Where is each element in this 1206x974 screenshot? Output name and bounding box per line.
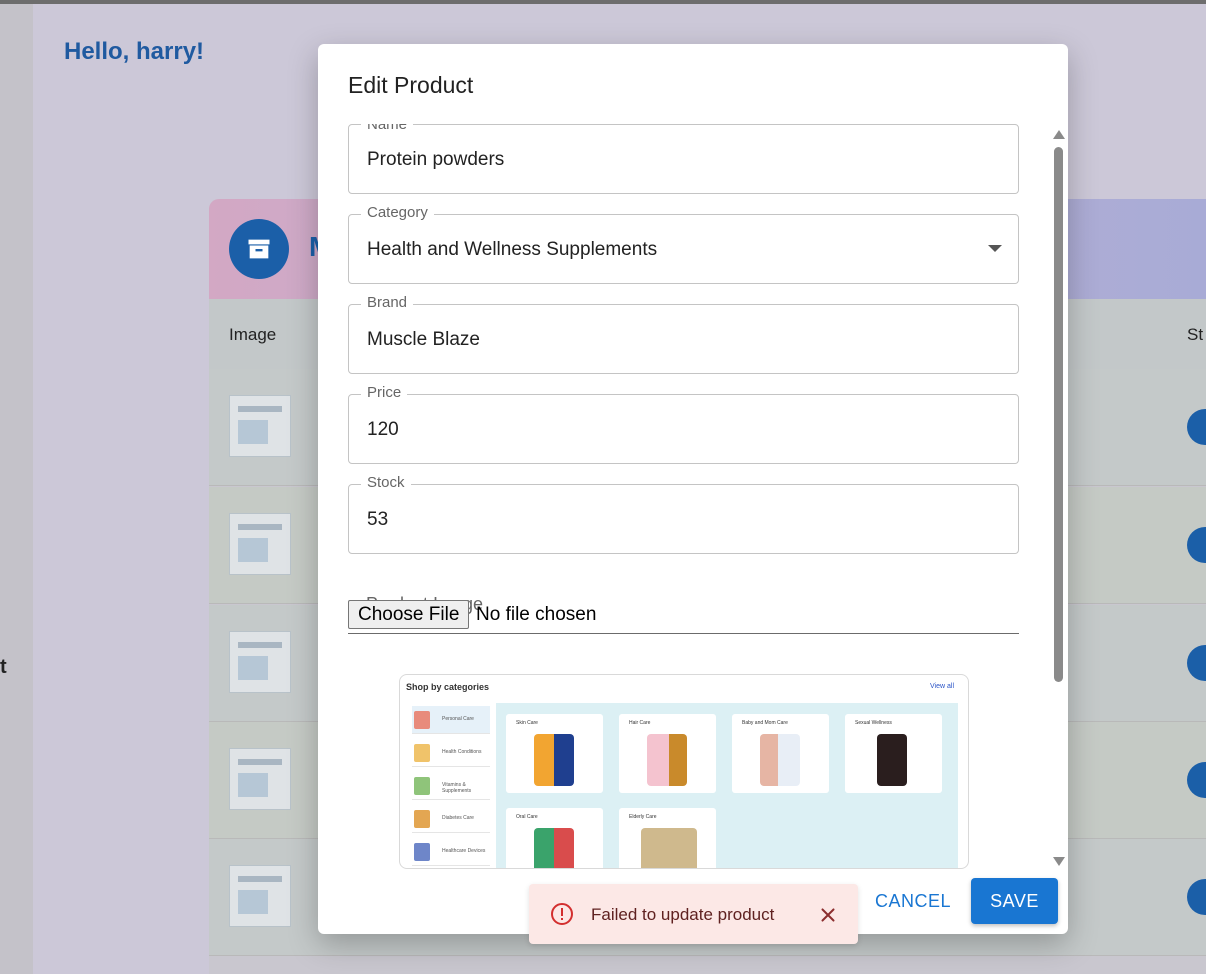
error-toast: Failed to update product [529, 884, 858, 944]
scroll-down-icon[interactable] [1053, 857, 1065, 866]
product-thumbnail [229, 395, 291, 457]
preview-tile-label: Baby and Mom Care [742, 720, 788, 726]
brand-field-label: Brand [361, 294, 414, 311]
error-outline-icon [550, 902, 574, 926]
stock-field-value[interactable]: 53 [367, 509, 388, 531]
preview-heading: Shop by categories [406, 682, 490, 692]
scroll-up-icon[interactable] [1053, 130, 1065, 139]
row-action-button[interactable] [1187, 762, 1206, 798]
toast-message: Failed to update product [591, 905, 775, 924]
preview-sidebar: Personal Care Health Conditions Vitamins… [406, 703, 496, 868]
edit-product-dialog: Edit Product Name Protein powders Catego… [318, 44, 1068, 934]
preview-tile: Skin Care [506, 714, 603, 793]
dialog-scrollbar[interactable] [1051, 128, 1065, 868]
category-image [414, 744, 430, 762]
name-field-value[interactable]: Protein powders [367, 149, 504, 171]
product-image-preview: Shop by categories View all Personal Car… [399, 674, 969, 869]
row-action-button[interactable] [1187, 879, 1206, 915]
preview-side-item: Personal Care [412, 706, 490, 734]
preview-side-item: Healthcare Devices [412, 838, 490, 866]
caret-down-icon[interactable] [988, 245, 1002, 252]
cancel-button[interactable]: CANCEL [866, 878, 960, 924]
greeting: Hello, harry! [64, 38, 205, 65]
category-select-value[interactable]: Health and Wellness Supplements [367, 239, 657, 261]
preview-tile: Elderly Care [619, 808, 716, 868]
column-header-status: St [1187, 325, 1204, 344]
preview-tile-label: Skin Care [516, 720, 538, 726]
preview-side-label: Personal Care [442, 716, 474, 722]
product-image [760, 734, 800, 786]
preview-tile: Sexual Wellness [845, 714, 942, 793]
sidebar-text-fragment: t [0, 656, 7, 678]
category-select[interactable]: Category Health and Wellness Supplements [348, 204, 1019, 284]
stock-field[interactable]: Stock 53 [348, 474, 1019, 554]
choose-file-button[interactable]: Choose File [348, 600, 470, 629]
preview-side-item: Diabetes Care [412, 805, 490, 833]
category-image [414, 843, 430, 861]
dialog-title: Edit Product [348, 72, 474, 98]
stock-field-label: Stock [361, 474, 411, 491]
product-image [534, 828, 574, 868]
dialog-form: Name Protein powders Category Health and… [348, 124, 1028, 869]
preview-tile-label: Sexual Wellness [855, 720, 892, 726]
preview-side-label: Health Conditions [442, 749, 482, 755]
name-field[interactable]: Name Protein powders [348, 124, 1019, 194]
scrollbar-thumb[interactable] [1054, 147, 1063, 682]
product-image-field: Product Image Choose File No file chosen [348, 594, 1019, 634]
product-thumbnail [229, 513, 291, 575]
preview-tile-label: Oral Care [516, 814, 538, 820]
row-action-button[interactable] [1187, 409, 1206, 445]
brand-field-value[interactable]: Muscle Blaze [367, 329, 480, 351]
preview-side-label: Healthcare Devices [442, 848, 486, 854]
row-action-button[interactable] [1187, 527, 1206, 563]
price-field-value[interactable]: 120 [367, 419, 399, 441]
price-field-label: Price [361, 384, 408, 401]
row-action-button[interactable] [1187, 645, 1206, 681]
preview-tile-label: Elderly Care [629, 814, 657, 820]
column-header-image: Image [229, 325, 277, 344]
product-image [877, 734, 907, 786]
category-image [414, 810, 430, 828]
product-thumbnail [229, 865, 291, 927]
product-image [647, 734, 687, 786]
preview-side-label: Diabetes Care [442, 815, 474, 821]
preview-side-item: Health Conditions [412, 739, 490, 767]
archive-icon [229, 219, 289, 279]
save-button[interactable]: SAVE [971, 878, 1058, 924]
preview-side-item: Vitamins & Supplements [412, 772, 490, 800]
category-image [414, 777, 430, 795]
product-thumbnail [229, 631, 291, 693]
brand-field[interactable]: Brand Muscle Blaze [348, 294, 1019, 374]
product-thumbnail [229, 748, 291, 810]
sidebar: t [0, 4, 33, 974]
name-field-label: Name [361, 124, 414, 133]
product-image [641, 828, 697, 868]
preview-panel: Personal Care Health Conditions Vitamins… [406, 703, 958, 868]
file-status-text: No file chosen [476, 604, 597, 625]
preview-side-label: Vitamins & Supplements [442, 782, 472, 794]
preview-view-all: View all [930, 683, 954, 690]
preview-tile: Oral Care [506, 808, 603, 868]
category-image [414, 711, 430, 729]
preview-tile-label: Hair Care [629, 720, 651, 726]
preview-tile: Hair Care [619, 714, 716, 793]
price-field[interactable]: Price 120 [348, 384, 1019, 464]
close-icon[interactable] [817, 904, 839, 926]
preview-tile: Baby and Mom Care [732, 714, 829, 793]
product-image [534, 734, 574, 786]
category-select-label: Category [361, 204, 434, 221]
